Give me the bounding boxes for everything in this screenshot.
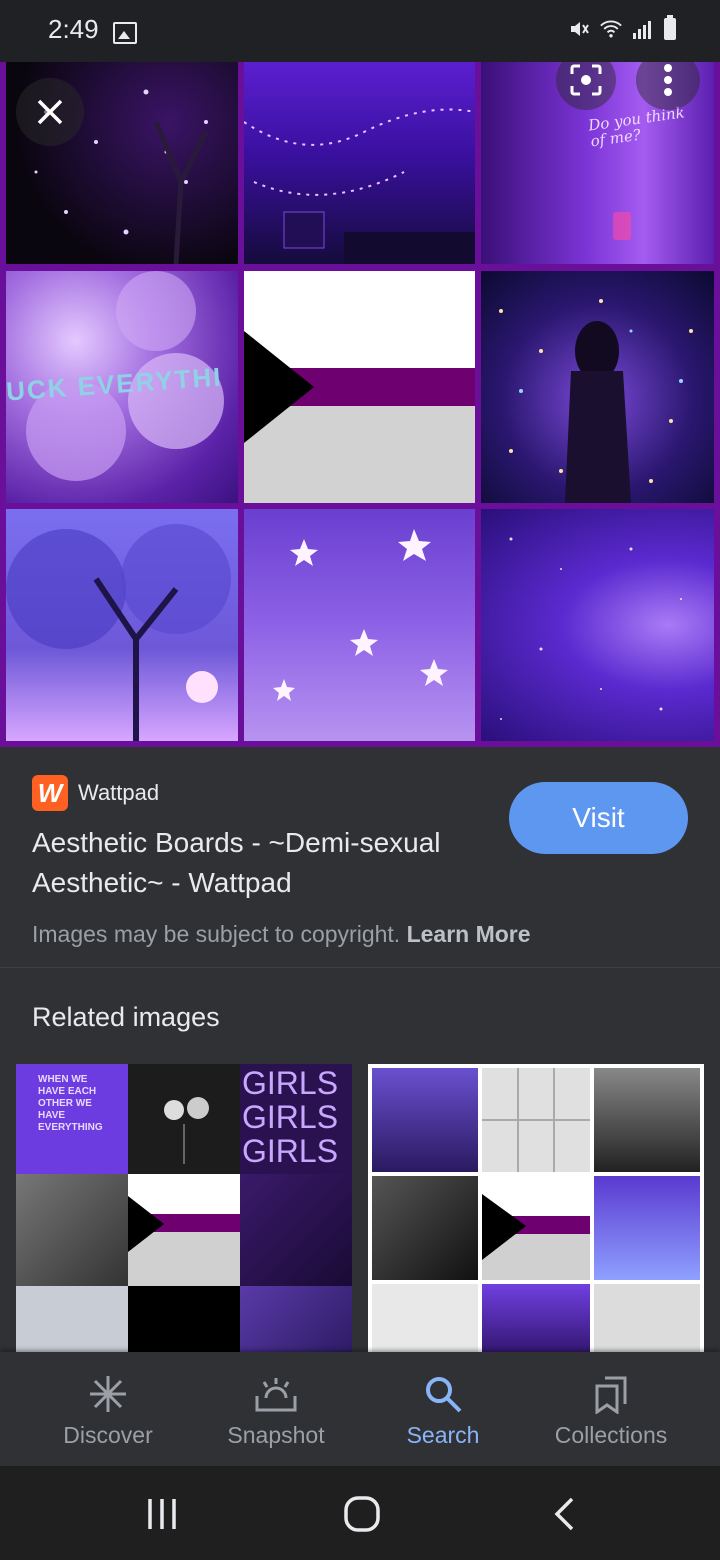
related-neon-2: GIRLS xyxy=(242,1099,339,1135)
nav-search[interactable]: Search xyxy=(353,1352,533,1466)
home-icon xyxy=(344,1496,380,1532)
lens-icon xyxy=(570,64,602,96)
learn-more-link[interactable]: Learn More xyxy=(407,921,531,947)
tile-purple-clouds: UCK EVERYTHI xyxy=(5,271,238,503)
copyright-text: Images may be subject to copyright. xyxy=(32,921,401,947)
nav-collections[interactable]: Collections xyxy=(521,1352,701,1466)
gallery-notification-icon xyxy=(113,22,137,44)
related-neon-3: GIRLS xyxy=(242,1133,339,1169)
system-nav-bar xyxy=(0,1466,720,1560)
nav-snapshot-label: Snapshot xyxy=(227,1422,325,1448)
mute-icon xyxy=(568,18,590,40)
related-images-section: Related images WHEN WE HAVE EACH OTHER W… xyxy=(0,968,720,1352)
tile-blossom-tree xyxy=(6,509,238,741)
close-icon xyxy=(37,99,63,125)
snapshot-icon xyxy=(254,1372,298,1416)
source-name: Wattpad xyxy=(78,780,160,805)
tile-demisexual-flag xyxy=(244,271,475,503)
nav-discover-label: Discover xyxy=(63,1422,153,1448)
status-icons xyxy=(568,15,676,40)
signal-icon xyxy=(632,18,654,40)
main-image[interactable]: Do you think of me? UCK EVERYTHI xyxy=(0,62,720,747)
tile-infinity-room xyxy=(481,271,714,503)
asterisk-icon xyxy=(86,1372,130,1416)
nav-collections-label: Collections xyxy=(554,1422,668,1448)
related-images-title: Related images xyxy=(32,1002,220,1032)
collections-icon xyxy=(589,1372,633,1416)
wifi-icon xyxy=(600,18,622,40)
wattpad-logo-icon: W xyxy=(32,775,68,811)
related-image-1[interactable]: WHEN WE HAVE EACH OTHER WE HAVE EVERYTHI… xyxy=(16,1064,352,1352)
recents-icon xyxy=(148,1499,176,1529)
related-image-2[interactable] xyxy=(368,1064,704,1352)
nav-discover[interactable]: Discover xyxy=(18,1352,198,1466)
visit-button[interactable]: Visit xyxy=(509,782,688,854)
tile-note-text: Do you think of me? xyxy=(587,103,686,151)
back-icon xyxy=(554,1497,574,1531)
result-title[interactable]: Aesthetic Boards - ~Demi-sexual Aestheti… xyxy=(32,823,502,903)
tile-star-lights xyxy=(244,509,475,741)
status-bar: 2:49 xyxy=(0,0,720,62)
bottom-navigation: Discover Snapshot Search Collections xyxy=(0,1352,720,1466)
battery-icon xyxy=(664,15,676,40)
related-sign-text: WHEN WE HAVE EACH OTHER WE HAVE EVERYTHI… xyxy=(38,1074,103,1133)
result-info-panel: W Wattpad Aesthetic Boards - ~Demi-sexua… xyxy=(0,747,720,967)
back-button[interactable] xyxy=(546,1490,582,1538)
search-icon xyxy=(421,1372,465,1416)
source-row[interactable]: W Wattpad xyxy=(32,775,159,811)
tile-fairy-lights-room xyxy=(243,62,476,264)
more-vert-icon xyxy=(664,64,672,96)
nav-search-label: Search xyxy=(406,1422,480,1448)
tile-galaxy xyxy=(481,509,714,741)
related-neon-1: GIRLS xyxy=(242,1065,339,1101)
recents-button[interactable] xyxy=(140,1490,184,1538)
status-time: 2:49 xyxy=(48,14,99,44)
close-button[interactable] xyxy=(16,78,84,146)
home-button[interactable] xyxy=(340,1490,384,1538)
nav-snapshot[interactable]: Snapshot xyxy=(186,1352,366,1466)
copyright-notice: Images may be subject to copyright. Lear… xyxy=(32,921,531,948)
